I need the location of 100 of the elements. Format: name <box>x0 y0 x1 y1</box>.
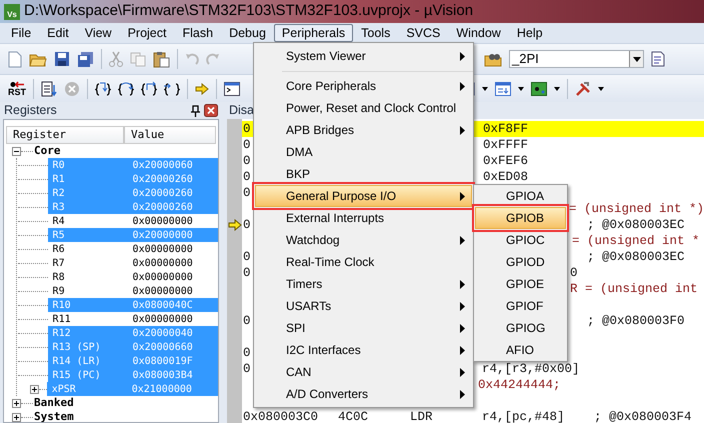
menu-item[interactable]: A/D Converters <box>255 383 472 405</box>
close-icon[interactable] <box>204 104 218 117</box>
register-name: R2 <box>52 186 66 200</box>
menu-item[interactable]: Core Peripherals <box>255 75 472 97</box>
register-row[interactable]: R7 0x00000000 <box>48 256 218 270</box>
menu-item[interactable]: File <box>3 24 40 42</box>
dropdown-caret-icon[interactable] <box>554 86 560 90</box>
new-file-icon[interactable] <box>8 50 22 68</box>
memory-window-icon[interactable] <box>495 82 511 96</box>
menu-item[interactable]: GPIOA <box>475 185 566 207</box>
run-to-cursor-icon[interactable] <box>164 80 180 96</box>
register-name: R1 <box>52 172 66 186</box>
reset-button[interactable]: RST <box>8 80 26 96</box>
dropdown-caret-icon[interactable] <box>632 56 640 62</box>
menu-item[interactable]: BKP <box>255 163 472 185</box>
expand-icon[interactable] <box>30 384 39 394</box>
menu-item[interactable]: Flash <box>174 24 222 42</box>
register-name: R11 <box>52 312 72 326</box>
register-name: R6 <box>52 242 66 256</box>
collapse-icon[interactable] <box>12 146 21 156</box>
column-header[interactable]: Register <box>6 126 124 144</box>
code-text: ; @0x080003F0 <box>586 315 684 327</box>
tree-group-label[interactable]: Banked <box>33 394 74 412</box>
save-all-icon[interactable] <box>77 50 94 68</box>
menu-item[interactable]: GPIOB <box>475 207 566 229</box>
step-over-icon[interactable] <box>118 80 134 96</box>
code-text: 0xFFFF <box>482 139 528 151</box>
register-row[interactable]: R8 0x00000000 <box>48 270 218 284</box>
run-icon[interactable] <box>41 80 57 96</box>
register-name: R15 (PC) <box>52 368 102 382</box>
menu-item[interactable]: Power, Reset and Clock Control <box>255 97 472 119</box>
tree-group-label[interactable]: Core <box>33 142 60 160</box>
dropdown-caret-icon[interactable] <box>518 86 524 90</box>
pin-icon[interactable] <box>191 104 200 116</box>
menu-item[interactable]: External Interrupts <box>255 207 472 229</box>
menu-item[interactable]: APB Bridges <box>255 119 472 141</box>
dropdown-caret-icon[interactable] <box>482 86 488 90</box>
menu-item[interactable]: Watchdog <box>255 229 472 251</box>
register-value: 0x00000000 <box>132 214 193 228</box>
circuit-board-icon[interactable] <box>531 82 547 96</box>
menu-item[interactable]: GPIOF <box>475 295 566 317</box>
menu-item[interactable]: GPIOD <box>475 251 566 273</box>
document-settings-icon[interactable] <box>651 51 665 67</box>
menu-item[interactable]: Timers <box>255 273 472 295</box>
code-text: 0 <box>242 347 252 359</box>
register-row[interactable]: R11 0x00000000 <box>48 312 218 326</box>
menu-item[interactable]: AFIO <box>475 339 566 361</box>
menu-item[interactable]: USARTs <box>255 295 472 317</box>
menu-item[interactable]: General Purpose I/O <box>255 185 472 207</box>
expand-icon[interactable] <box>12 398 21 408</box>
code-text: R = (unsigned int <box>570 283 698 295</box>
menu-item[interactable]: Window <box>448 24 509 42</box>
register-value: 0x00000000 <box>132 270 193 284</box>
menu-item[interactable]: View <box>76 24 120 42</box>
register-value: 0x21000000 <box>132 382 192 396</box>
expand-icon[interactable] <box>12 412 21 422</box>
menu-item[interactable]: I2C Interfaces <box>255 339 472 361</box>
menu-item[interactable]: System Viewer <box>255 45 472 67</box>
step-into-icon[interactable] <box>95 80 111 96</box>
command-window-icon[interactable] <box>224 82 240 96</box>
app-icon: Vs <box>4 4 20 20</box>
register-row[interactable]: R6 0x00000000 <box>48 242 218 256</box>
code-text: 0 <box>570 267 578 279</box>
tools-icon[interactable] <box>575 82 591 96</box>
menu-item[interactable]: GPIOC <box>475 229 566 251</box>
menu-item[interactable]: Peripherals <box>274 24 354 42</box>
find-folder-icon[interactable] <box>484 52 502 66</box>
menu-item[interactable]: Real-Time Clock <box>255 251 472 273</box>
menu-item[interactable]: Help <box>508 24 551 42</box>
register-value: 0x20000040 <box>132 326 193 340</box>
register-value: 0x20000060 <box>132 158 193 172</box>
register-row[interactable]: R4 0x00000000 <box>48 214 218 228</box>
menu-item[interactable]: GPIOG <box>475 317 566 339</box>
menu-item[interactable]: SPI <box>255 317 472 339</box>
save-icon[interactable] <box>54 51 70 67</box>
menu-item[interactable]: SVCS <box>398 24 448 42</box>
dropdown-caret-icon[interactable] <box>598 86 604 90</box>
menu-item[interactable]: CAN <box>255 361 472 383</box>
arrow-icon[interactable] <box>195 82 209 94</box>
code-text: 0 <box>242 171 252 183</box>
paste-icon[interactable] <box>153 50 170 68</box>
panel-title: Registers <box>4 102 58 120</box>
menu-item[interactable]: Edit <box>39 24 77 42</box>
register-row[interactable]: R9 0x00000000 <box>48 284 218 298</box>
menu-item[interactable]: DMA <box>255 141 472 163</box>
register-value: 0x20000000 <box>132 228 193 242</box>
menu-item[interactable]: Tools <box>353 24 398 42</box>
code-text: r4,[r3,#0x00] <box>482 363 580 375</box>
tree-group-label[interactable]: System <box>33 408 74 422</box>
panel-title: Disa <box>228 102 254 120</box>
open-folder-icon[interactable] <box>29 52 47 66</box>
menu-item[interactable]: GPIOE <box>475 273 566 295</box>
code-text: = (unsigned int * <box>572 235 700 247</box>
register-value: 0x20000260 <box>132 172 193 186</box>
menu-item[interactable]: Debug <box>221 24 274 42</box>
menu-item[interactable]: Project <box>120 24 174 42</box>
column-header[interactable]: Value <box>124 126 216 144</box>
step-out-icon[interactable] <box>141 80 157 96</box>
find-combo[interactable]: _2PI <box>509 50 644 68</box>
register-name: R7 <box>52 256 66 270</box>
